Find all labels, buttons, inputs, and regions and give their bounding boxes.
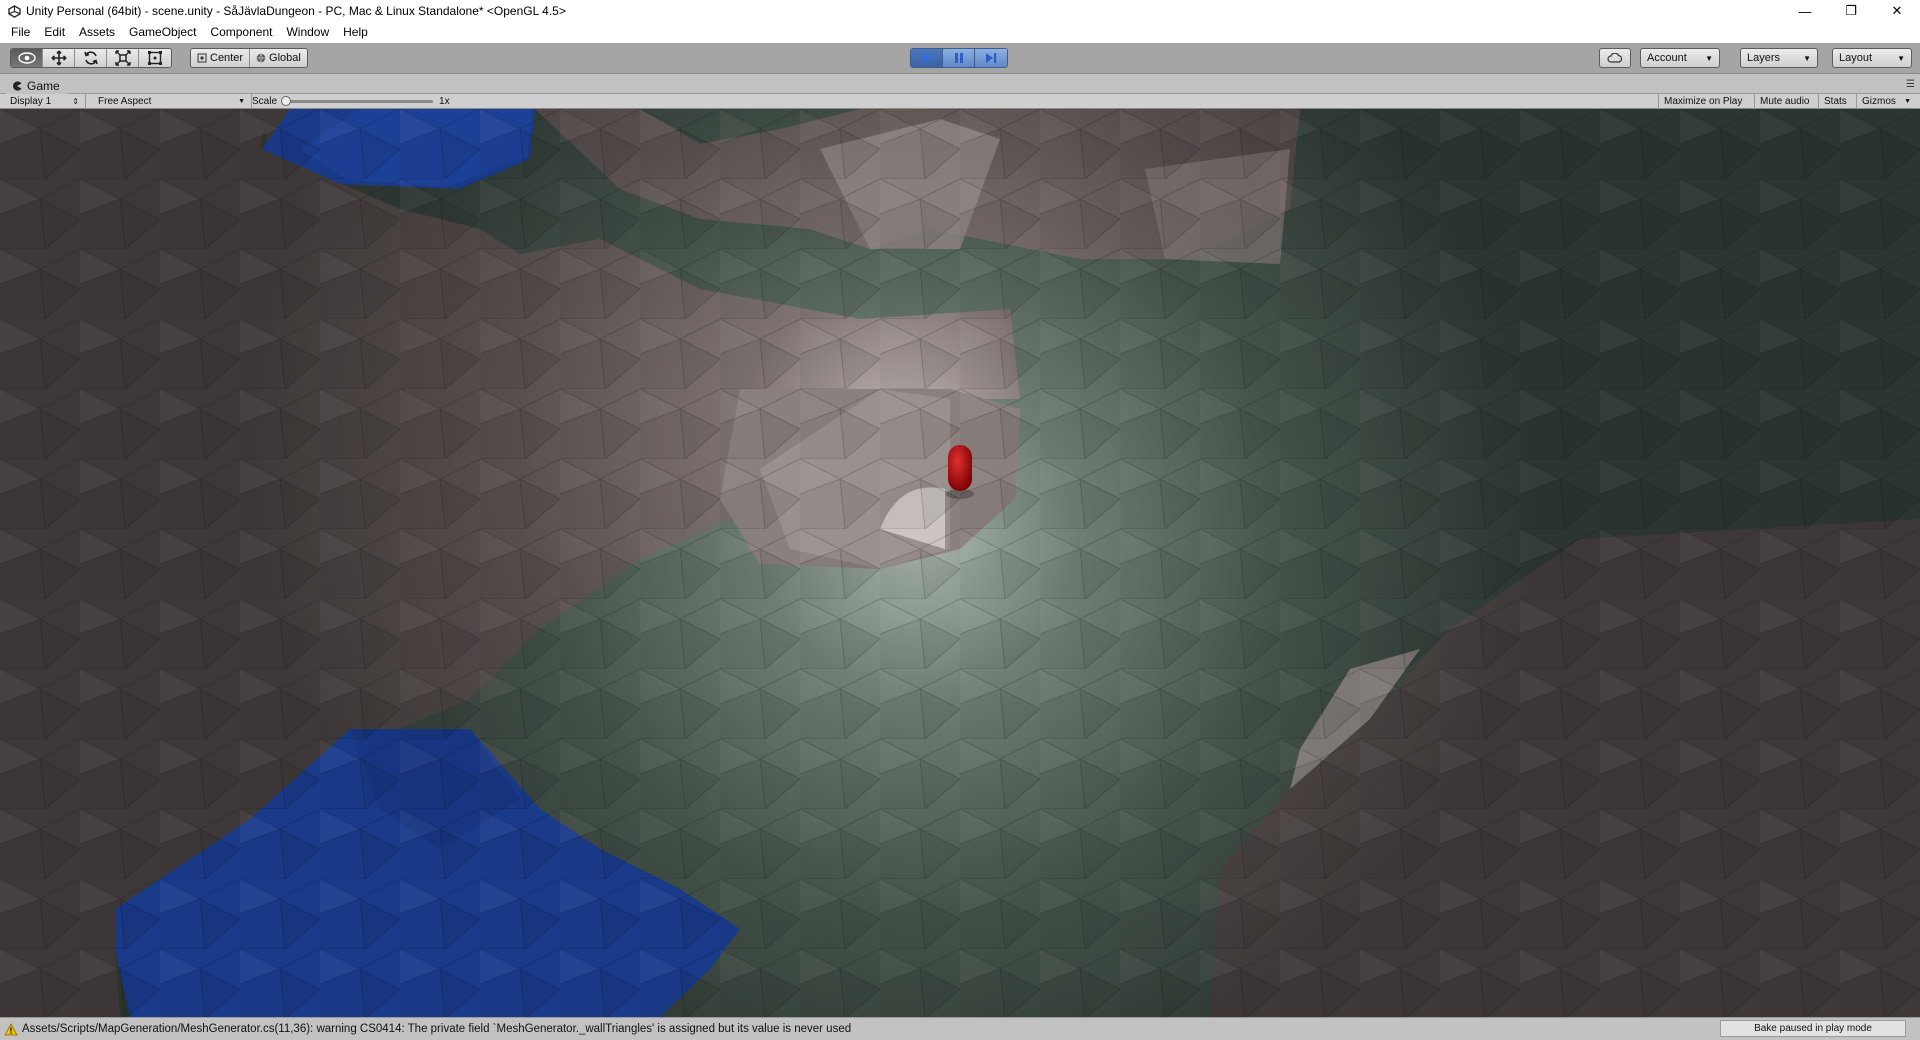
playmode-controls bbox=[910, 48, 1008, 68]
view-hand-icon bbox=[17, 52, 36, 64]
game-viewport[interactable] bbox=[0, 109, 1920, 1017]
chevron-down-icon: ▼ bbox=[1803, 53, 1811, 63]
step-icon bbox=[986, 53, 997, 63]
menu-help[interactable]: Help bbox=[336, 22, 375, 43]
scale-icon bbox=[114, 50, 131, 66]
display-label: Display 1 bbox=[10, 96, 52, 107]
play-icon bbox=[922, 53, 932, 63]
menu-window[interactable]: Window bbox=[279, 22, 336, 43]
window-title-bar: Unity Personal (64bit) - scene.unity - S… bbox=[0, 0, 1920, 22]
window-title: Unity Personal (64bit) - scene.unity - S… bbox=[26, 4, 566, 18]
game-pacman-icon bbox=[13, 80, 22, 91]
stats-toggle[interactable]: Stats bbox=[1818, 94, 1852, 109]
mute-audio-toggle[interactable]: Mute audio bbox=[1754, 94, 1814, 109]
bake-status: Bake paused in play mode bbox=[1720, 1020, 1906, 1037]
main-toolbar: Center Global Account ▼ Layers ▼ Layout … bbox=[0, 43, 1920, 74]
console-warning[interactable]: Assets/Scripts/MapGeneration/MeshGenerat… bbox=[0, 1022, 852, 1036]
chevron-down-icon: ▼ bbox=[238, 98, 245, 105]
menu-edit[interactable]: Edit bbox=[37, 22, 72, 43]
menu-bar: File Edit Assets GameObject Component Wi… bbox=[0, 22, 1920, 43]
layout-label: Layout bbox=[1839, 52, 1873, 64]
minimize-icon: — bbox=[1798, 3, 1812, 19]
close-button[interactable]: ✕ bbox=[1874, 0, 1920, 22]
scene-render bbox=[0, 109, 1920, 1017]
player-capsule bbox=[946, 445, 974, 499]
bake-status-label: Bake paused in play mode bbox=[1754, 1023, 1872, 1034]
layers-dropdown[interactable]: Layers ▼ bbox=[1740, 48, 1818, 68]
globe-icon bbox=[256, 53, 266, 63]
warning-icon bbox=[4, 1022, 18, 1035]
rect-tool-button[interactable] bbox=[139, 49, 171, 67]
gizmos-dropdown[interactable]: Gizmos ▼ bbox=[1856, 94, 1916, 109]
scale-tool-button[interactable] bbox=[107, 49, 139, 67]
status-bar: Assets/Scripts/MapGeneration/MeshGenerat… bbox=[0, 1017, 1920, 1040]
game-view-toolbar: Display 1 ⇕ Free Aspect ▼ Scale 1x Maxim… bbox=[0, 94, 1920, 109]
game-tab-bar: Game ☰ bbox=[0, 75, 1920, 94]
status-message: Assets/Scripts/MapGeneration/MeshGenerat… bbox=[22, 1023, 852, 1035]
maximize-on-play-label: Maximize on Play bbox=[1664, 96, 1743, 107]
account-label: Account bbox=[1647, 52, 1687, 64]
move-tool-button[interactable] bbox=[43, 49, 75, 67]
account-dropdown[interactable]: Account ▼ bbox=[1640, 48, 1720, 68]
play-button[interactable] bbox=[911, 49, 943, 67]
rect-tool-icon bbox=[148, 51, 162, 65]
layout-dropdown[interactable]: Layout ▼ bbox=[1832, 48, 1912, 68]
pivot-controls: Center Global bbox=[190, 48, 308, 68]
aspect-label: Free Aspect bbox=[98, 96, 152, 107]
rotate-tool-button[interactable] bbox=[75, 49, 107, 67]
view-tool-button[interactable] bbox=[11, 49, 43, 67]
layers-label: Layers bbox=[1747, 52, 1781, 64]
mute-audio-label: Mute audio bbox=[1760, 96, 1810, 107]
unity-logo-icon bbox=[6, 3, 22, 19]
menu-gameobject[interactable]: GameObject bbox=[122, 22, 203, 43]
cloud-button[interactable] bbox=[1599, 48, 1631, 68]
transform-tools bbox=[10, 48, 172, 68]
cloud-icon bbox=[1607, 53, 1623, 63]
gizmos-label: Gizmos bbox=[1862, 96, 1896, 107]
aspect-dropdown[interactable]: Free Aspect ▼ bbox=[92, 94, 252, 109]
tab-game-label: Game bbox=[27, 78, 60, 93]
close-icon: ✕ bbox=[1891, 3, 1903, 18]
pivot-mode-toggle[interactable]: Center bbox=[191, 49, 251, 67]
updown-icon: ⇕ bbox=[72, 97, 79, 106]
scale-label: Scale bbox=[252, 96, 278, 107]
scale-slider[interactable] bbox=[281, 96, 434, 106]
maximize-on-play-toggle[interactable]: Maximize on Play bbox=[1658, 94, 1747, 109]
step-button[interactable] bbox=[975, 49, 1007, 67]
menu-assets[interactable]: Assets bbox=[72, 22, 122, 43]
menu-file[interactable]: File bbox=[4, 22, 37, 43]
chevron-down-icon: ▼ bbox=[1705, 53, 1713, 63]
scale-value: 1x bbox=[439, 96, 450, 107]
pivot-mode-label: Center bbox=[210, 52, 244, 64]
pivot-rotation-toggle[interactable]: Global bbox=[250, 49, 307, 67]
chevron-down-icon: ▼ bbox=[1897, 53, 1905, 63]
move-icon bbox=[51, 50, 66, 66]
scale-slider-thumb[interactable] bbox=[281, 96, 292, 106]
tab-menu-icon[interactable]: ☰ bbox=[1906, 79, 1915, 90]
rotate-icon bbox=[83, 51, 98, 65]
restore-button[interactable]: ❐ bbox=[1828, 0, 1874, 22]
pause-button[interactable] bbox=[943, 49, 975, 67]
pause-icon bbox=[954, 53, 963, 63]
menu-component[interactable]: Component bbox=[203, 22, 279, 43]
chevron-down-icon: ▼ bbox=[1904, 98, 1911, 105]
scale-control: Scale 1x bbox=[252, 94, 450, 109]
pivot-center-icon bbox=[197, 53, 207, 63]
minimize-button[interactable]: — bbox=[1782, 0, 1828, 22]
stats-label: Stats bbox=[1824, 96, 1847, 107]
restore-icon: ❐ bbox=[1845, 3, 1857, 18]
pivot-rotation-label: Global bbox=[269, 52, 301, 64]
display-dropdown[interactable]: Display 1 ⇕ bbox=[4, 94, 86, 109]
tab-game[interactable]: Game bbox=[6, 77, 68, 94]
